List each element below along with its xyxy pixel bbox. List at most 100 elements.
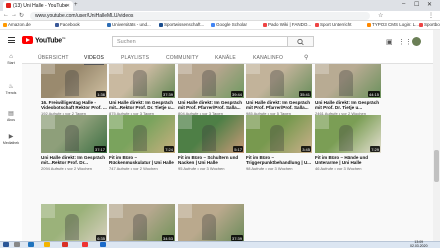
tab-videos[interactable]: VIDEOS: [84, 55, 105, 65]
video-duration: 5:17: [233, 146, 243, 152]
video-title[interactable]: Fit im Büro – Hände und Unterarme | Uni …: [315, 155, 381, 165]
video-thumbnail[interactable]: 34:53: [109, 204, 175, 242]
bookmark-item[interactable]: Sportwissenschaft...: [159, 22, 204, 27]
hamburger-menu-icon[interactable]: [8, 37, 15, 43]
search-button[interactable]: [288, 36, 314, 47]
taskbar-search-icon[interactable]: [14, 242, 20, 247]
search-input[interactable]: Suchen: [112, 36, 288, 47]
forward-icon[interactable]: →: [11, 12, 17, 18]
video-card[interactable]: 5:17 Fit im Büro – Schultern und Nacken …: [178, 115, 244, 171]
home-icon: ⌂: [9, 54, 13, 60]
video-title[interactable]: Uni Halle direkt: Im Gespräch mit...Rekt…: [109, 100, 175, 110]
tab-playlists[interactable]: PLAYLISTS: [121, 55, 149, 61]
bookmark-favicon-icon: [3, 23, 7, 27]
bookmark-item[interactable]: Amazon.de: [3, 22, 31, 27]
bookmark-item[interactable]: Sportbox Sport...: [419, 22, 440, 27]
video-duration: 37:39: [161, 91, 174, 97]
taskbar-edge-icon[interactable]: [28, 242, 34, 247]
taskbar-opera-icon[interactable]: [62, 242, 68, 247]
video-thumbnail[interactable]: 37:39: [178, 204, 244, 242]
video-card[interactable]: 34:53 Uni Halle direkt: Im Gespräch mit.…: [109, 204, 175, 242]
video-card[interactable]: 39:44 Uni Halle direkt: Im Gespräch mit …: [178, 64, 244, 116]
video-thumbnail[interactable]: 7:24: [109, 115, 175, 153]
video-thumbnail[interactable]: 35:41: [246, 64, 312, 98]
bookmarks-bar: Amazon.de Facebook Universitäts - und... Sp…: [0, 21, 440, 30]
channel-search-icon[interactable]: ⚲: [304, 54, 308, 61]
video-card[interactable]: 1:36 16. Freiwilligentag Halle - Videobo…: [41, 64, 107, 116]
video-thumbnail[interactable]: 37:17: [41, 115, 107, 153]
avatar[interactable]: [412, 37, 421, 46]
youtube-logo-text[interactable]: YouTubeDE: [35, 36, 66, 44]
video-card[interactable]: 44:15 Uni Halle direkt: Im Gespräch mit …: [315, 64, 381, 116]
bookmark-item[interactable]: Sport Unterricht: [315, 22, 352, 27]
video-thumbnail[interactable]: 6:35: [41, 204, 107, 242]
taskbar-word-icon[interactable]: [100, 242, 106, 247]
bookmark-favicon-icon: [419, 23, 423, 27]
bookmark-favicon-icon: [211, 23, 215, 27]
video-title[interactable]: Uni Halle direkt: Im Gespräch mit Prof. …: [178, 100, 244, 110]
sidebar-item-abos[interactable]: ▤ Abos: [0, 110, 22, 122]
tab-übersicht[interactable]: ÜBERSICHT: [38, 55, 69, 61]
youtube-logo-icon[interactable]: [22, 36, 33, 44]
video-thumbnail[interactable]: 3:45: [246, 115, 312, 153]
video-card[interactable]: 35:41 Uni Halle direkt: Im Gespräch mit …: [246, 64, 312, 116]
minimize-icon[interactable]: –: [402, 1, 405, 7]
video-duration: 7:29: [370, 146, 380, 152]
page-scrollbar[interactable]: [433, 30, 440, 242]
close-tab-icon[interactable]: ✕: [66, 3, 70, 9]
bookmark-item[interactable]: TYPO3 CMS Login: L...: [367, 22, 419, 27]
bookmark-item[interactable]: Google Scholar: [211, 22, 247, 27]
video-card[interactable]: 37:39 Uni Halle direkt: Im Gespräch mit.…: [178, 204, 244, 242]
bookmark-item[interactable]: Facebook: [55, 22, 80, 27]
video-thumbnail[interactable]: 5:17: [178, 115, 244, 153]
address-bar-row: ← → ↻ www.youtube.com/user/UniHalleMLU/v…: [0, 11, 440, 21]
video-thumbnail[interactable]: 7:29: [315, 115, 381, 153]
close-window-icon[interactable]: ✕: [427, 1, 432, 8]
video-title[interactable]: Uni Halle direkt: Im Gespräch mit...Rekt…: [41, 155, 107, 165]
flame-icon: ♨: [8, 84, 14, 90]
star-icon[interactable]: ☆: [378, 12, 383, 19]
video-title[interactable]: Uni Halle direkt: Im Gespräch mit Prof. …: [315, 100, 381, 110]
video-card[interactable]: 3:45 Fit im Büro – Triggerpunktbehandlun…: [246, 115, 312, 171]
taskbar-clock: 13:09 02.03.2020: [410, 240, 428, 248]
taskbar-pdf-icon[interactable]: [82, 242, 88, 247]
tab-community[interactable]: COMMUNITY: [166, 55, 199, 61]
video-title[interactable]: Uni Halle direkt: Im Gespräch mit Prof. …: [246, 100, 312, 110]
tab-kanalinfo[interactable]: KANALINFO: [253, 55, 283, 61]
tab-kanäle[interactable]: KANÄLE: [215, 55, 236, 61]
video-title[interactable]: Fit im Büro – Schultern und Nacken | Uni…: [178, 155, 244, 165]
video-thumbnail[interactable]: 37:39: [109, 64, 175, 98]
reload-icon[interactable]: ↻: [19, 12, 24, 19]
video-card[interactable]: 7:24 Fit im Büro – Rückenmuskulatur | Un…: [109, 115, 175, 171]
video-title[interactable]: 16. Freiwilligentag Halle - Videobotscha…: [41, 100, 107, 110]
maximize-icon[interactable]: ☐: [414, 1, 419, 8]
taskbar-explorer-icon[interactable]: [44, 242, 50, 247]
video-thumbnail[interactable]: 1:36: [41, 64, 107, 98]
browser-tab[interactable]: (13) Uni Halle - YouTube ✕: [3, 1, 73, 11]
video-card[interactable]: 7:29 Fit im Büro – Hände und Unterarme |…: [315, 115, 381, 171]
new-tab-button[interactable]: +: [74, 2, 78, 8]
sidebar-item-trends[interactable]: ♨ Trends: [0, 83, 22, 95]
scrollbar-thumb[interactable]: [434, 150, 439, 182]
video-duration: 35:41: [298, 91, 311, 97]
url-field[interactable]: www.youtube.com/user/UniHalleMLU/videos: [30, 12, 370, 20]
back-icon[interactable]: ←: [3, 12, 9, 18]
tab-title: (13) Uni Halle - YouTube: [13, 3, 68, 9]
bookmark-item[interactable]: Pado Wiki | FANDO...: [263, 22, 311, 27]
video-thumbnail[interactable]: 44:15: [315, 64, 381, 98]
video-card[interactable]: 37:39 Uni Halle direkt: Im Gespräch mit.…: [109, 64, 175, 116]
bookmark-item[interactable]: Universitäts - und...: [107, 22, 151, 27]
video-title[interactable]: Fit im Büro – Rückenmuskulatur | Uni Hal…: [109, 155, 175, 165]
video-thumbnail[interactable]: 39:44: [178, 64, 244, 98]
video-meta: 2094 Aufrufe • vor 2 Wochen: [41, 166, 92, 172]
apps-grid-icon[interactable]: ⋮⋮: [398, 38, 412, 46]
menu-dots-icon[interactable]: ⋮: [428, 12, 434, 19]
video-title[interactable]: Fit im Büro – Triggerpunktbehandlung | U…: [246, 155, 312, 165]
sidebar-item-mediathek[interactable]: ▶ Mediathek: [0, 133, 22, 145]
create-video-icon[interactable]: ▣: [386, 38, 393, 46]
video-card[interactable]: 37:17 Uni Halle direkt: Im Gespräch mit.…: [41, 115, 107, 171]
sidebar-item-start[interactable]: ⌂ Start: [0, 54, 22, 65]
video-card[interactable]: 6:35 Fit im Büro – Ausdauerausbildung | …: [41, 204, 107, 242]
youtube-favicon-icon: [6, 3, 11, 8]
start-button-icon[interactable]: [3, 242, 9, 247]
